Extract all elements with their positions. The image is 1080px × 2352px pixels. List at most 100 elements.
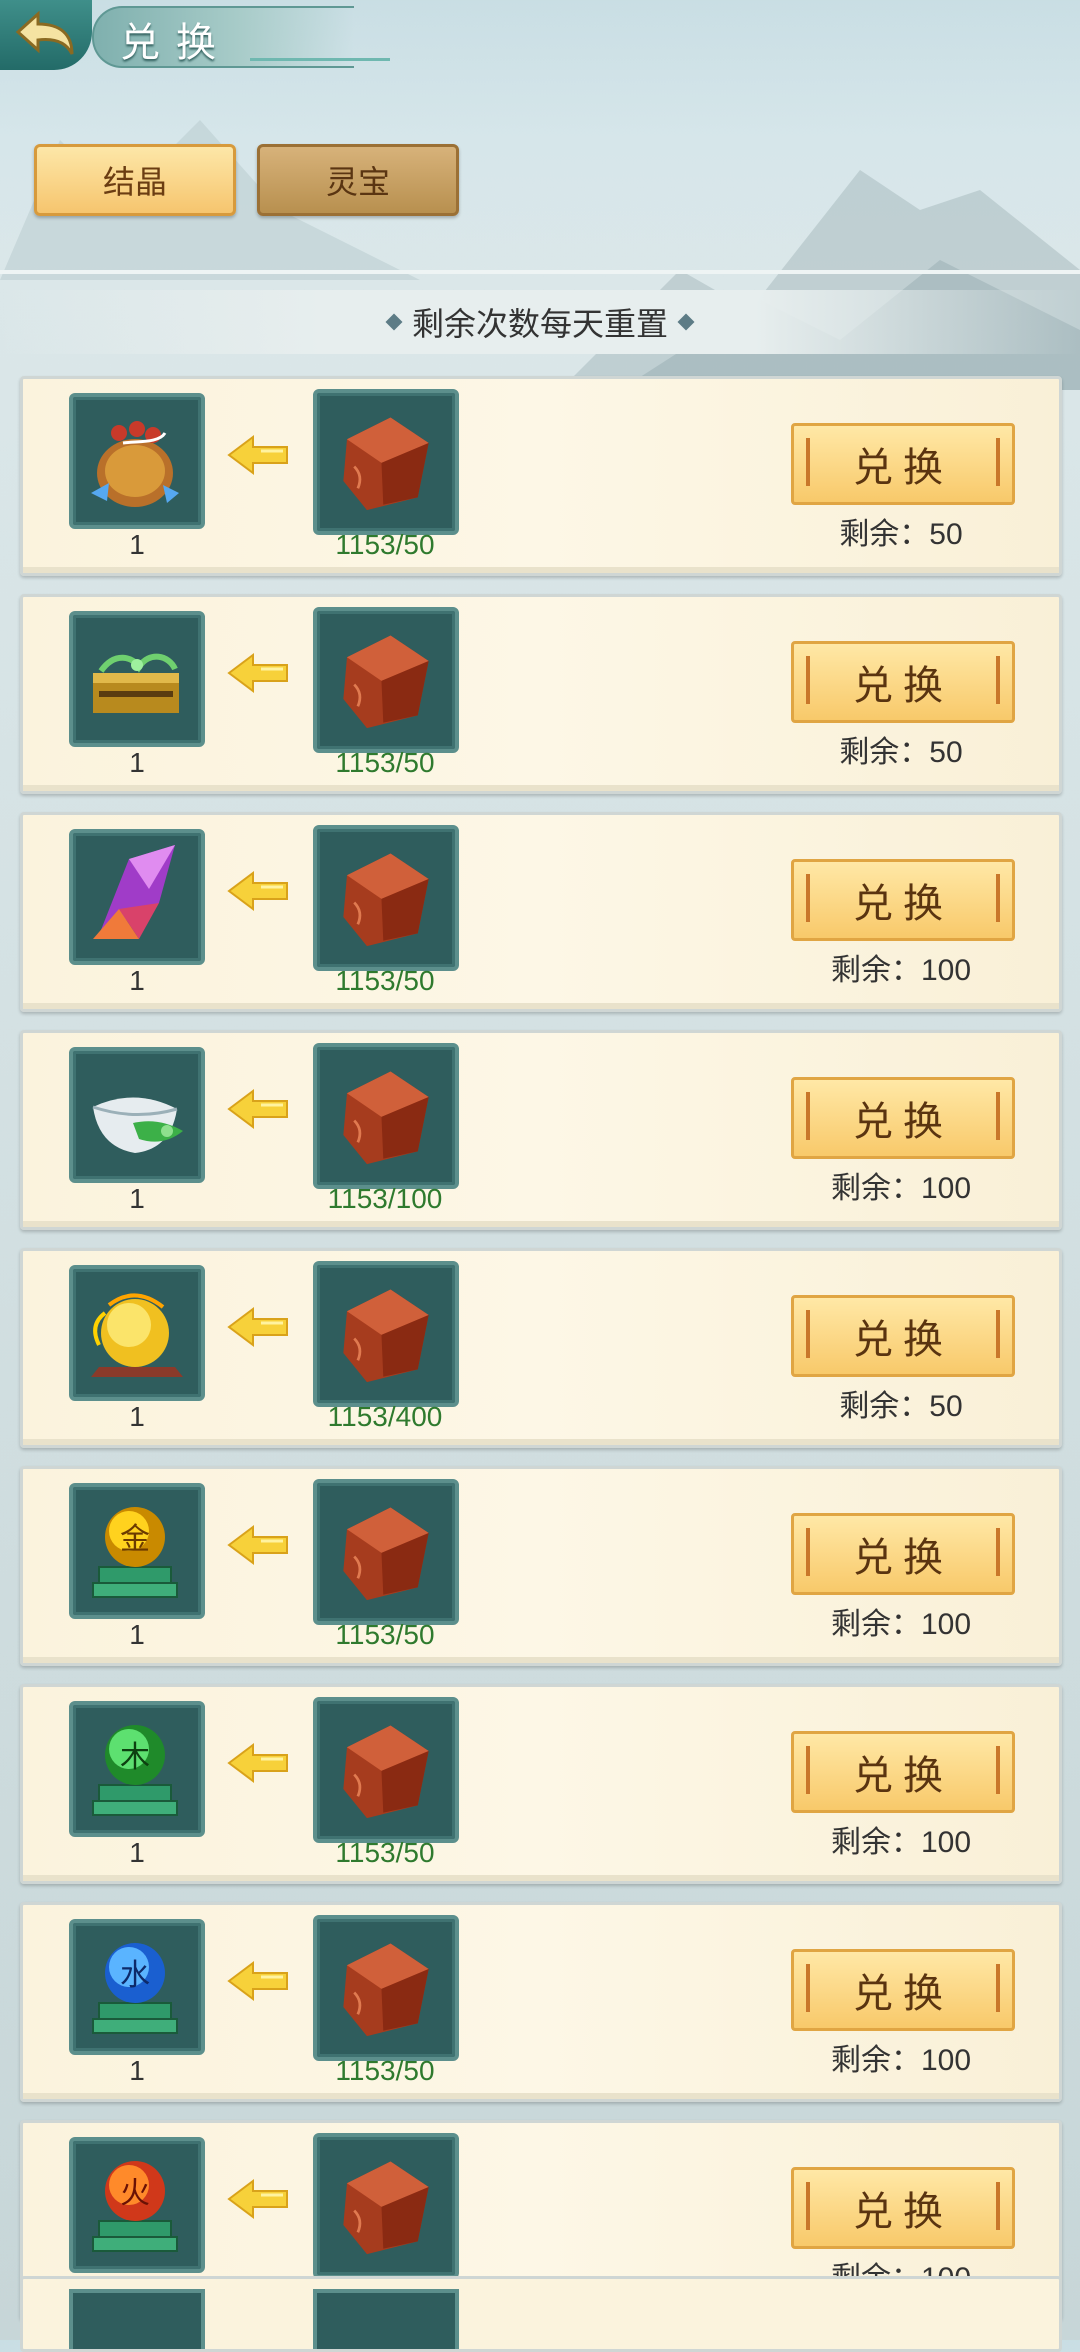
cost-item-slot[interactable] — [313, 1915, 459, 2061]
remaining-count: 剩余：50 — [839, 1390, 963, 1423]
exchange-row: 1 1153/50 兑换 剩余：100 — [20, 812, 1062, 1012]
exchange-button[interactable]: 兑换 — [791, 1295, 1015, 1377]
exchange-button-label: 兑换 — [853, 2190, 953, 2234]
exchange-button[interactable]: 兑换 — [791, 2167, 1015, 2249]
water-orb-icon: 水 — [92, 1943, 178, 2034]
remaining-count: 剩余：100 — [830, 2044, 972, 2077]
cost-item-slot[interactable] — [313, 2133, 459, 2279]
exchange-button[interactable]: 兑换 — [791, 1731, 1015, 1813]
left-arrow-icon — [227, 653, 288, 693]
cost-item-slot[interactable] — [313, 825, 459, 971]
remaining-count: 剩余：100 — [830, 954, 972, 987]
exchange-row: 1 1153/100 兑换剩余：100 — [20, 1030, 1062, 1230]
reward-item-slot[interactable] — [69, 393, 205, 529]
left-arrow-icon — [227, 1525, 288, 1565]
exchange-button-label: 兑换 — [853, 882, 953, 926]
remaining-count: 剩余：50 — [839, 736, 963, 769]
cost-item-slot[interactable] — [313, 1697, 459, 1843]
cost-item-slot[interactable] — [313, 607, 459, 753]
reward-quantity: 1 — [129, 1619, 145, 1650]
reward-quantity: 1 — [129, 747, 145, 778]
jade-bowl-icon — [92, 1097, 183, 1153]
red-crystal-block-icon — [343, 1725, 429, 1819]
reward-item-slot[interactable] — [69, 829, 205, 965]
exchange-button[interactable]: 兑换 — [791, 1949, 1015, 2031]
exchange-row: 木 1 1153/50 兑换剩余：100 — [20, 1684, 1062, 1884]
button-ornament — [806, 438, 810, 486]
reward-item-slot[interactable] — [69, 1265, 205, 1401]
button-ornament — [996, 656, 1000, 704]
exchange-button-label: 兑换 — [853, 1972, 953, 2016]
tab-lingbao[interactable]: 灵宝 — [257, 144, 459, 216]
fire-orb-icon: 火 — [92, 2161, 178, 2252]
reward-item-slot[interactable]: 金 — [69, 1483, 205, 1619]
button-ornament — [806, 1310, 810, 1358]
diamond-icon — [677, 313, 695, 331]
red-crystal-block-icon — [343, 1071, 429, 1165]
exchange-direction-arrow — [227, 1523, 289, 1572]
jade-chest-icon — [93, 653, 179, 713]
reward-quantity: 1 — [129, 1837, 145, 1868]
red-crystal-block-icon — [343, 635, 429, 729]
title-underline — [250, 58, 390, 61]
exchange-button[interactable]: 兑换 — [791, 1077, 1015, 1159]
remaining-count: 剩余：100 — [830, 1826, 972, 1859]
purple-crystal-icon — [93, 845, 175, 939]
reward-item-slot[interactable] — [69, 611, 205, 747]
exchange-button[interactable]: 兑换 — [791, 859, 1015, 941]
button-ornament — [996, 438, 1000, 486]
cost-item-slot[interactable] — [313, 1479, 459, 1625]
wood-orb-icon: 木 — [92, 1725, 178, 1816]
red-crystal-block-icon — [343, 1289, 429, 1383]
reward-item-slot[interactable]: 火 — [69, 2137, 205, 2273]
reward-item-slot[interactable]: 木 — [69, 1701, 205, 1837]
exchange-direction-arrow — [227, 433, 289, 482]
cost-item-slot[interactable] — [313, 1043, 459, 1189]
left-arrow-icon — [227, 435, 288, 475]
button-ornament — [996, 1310, 1000, 1358]
exchange-button[interactable]: 兑换 — [791, 641, 1015, 723]
exchange-button-label: 兑换 — [853, 1536, 953, 1580]
button-ornament — [996, 1092, 1000, 1140]
remaining-count: 剩余：100 — [830, 1608, 972, 1641]
red-crystal-block-icon — [343, 417, 429, 511]
cost-amount: 1153/100 — [327, 1183, 443, 1214]
button-ornament — [806, 2182, 810, 2230]
exchange-direction-arrow — [227, 1741, 289, 1790]
cost-item-slot[interactable] — [313, 389, 459, 535]
section-divider — [0, 270, 1080, 274]
button-ornament — [806, 1092, 810, 1140]
left-arrow-icon — [227, 1743, 288, 1783]
exchange-button[interactable]: 兑换 — [791, 1513, 1015, 1595]
orb-glyph: 木 — [120, 1740, 150, 1775]
cost-amount: 1153/50 — [335, 1837, 435, 1868]
reward-quantity: 1 — [129, 1183, 145, 1214]
exchange-direction-arrow — [227, 1305, 289, 1354]
cost-amount: 1153/50 — [335, 747, 435, 778]
back-button[interactable] — [0, 0, 92, 70]
button-ornament — [806, 1528, 810, 1576]
reward-quantity: 1 — [129, 2055, 145, 2086]
cost-slot — [313, 2289, 459, 2349]
reward-quantity: 1 — [129, 965, 145, 996]
reward-item-slot[interactable] — [69, 1047, 205, 1183]
orb-glyph: 金 — [120, 1522, 150, 1557]
red-crystal-block-icon — [343, 1943, 429, 2037]
remaining-count: 剩余：100 — [830, 1172, 972, 1205]
exchange-button[interactable]: 兑换 — [791, 423, 1015, 505]
tab-crystal[interactable]: 结晶 — [34, 144, 236, 216]
cost-amount: 1153/50 — [335, 1619, 435, 1650]
cost-amount: 1153/50 — [335, 529, 435, 560]
exchange-button-label: 兑换 — [853, 1318, 953, 1362]
red-crystal-block-icon — [343, 2161, 429, 2255]
button-ornament — [806, 1964, 810, 2012]
cost-amount: 1153/50 — [335, 2055, 435, 2086]
reward-quantity: 1 — [129, 529, 145, 560]
exchange-direction-arrow — [227, 869, 289, 918]
remaining-count: 剩余：50 — [839, 518, 963, 551]
reward-item-slot[interactable]: 水 — [69, 1919, 205, 2055]
orb-glyph: 水 — [120, 1958, 150, 1993]
list-item-partial — [20, 2276, 1062, 2352]
cost-item-slot[interactable] — [313, 1261, 459, 1407]
left-arrow-icon — [227, 1089, 288, 1129]
